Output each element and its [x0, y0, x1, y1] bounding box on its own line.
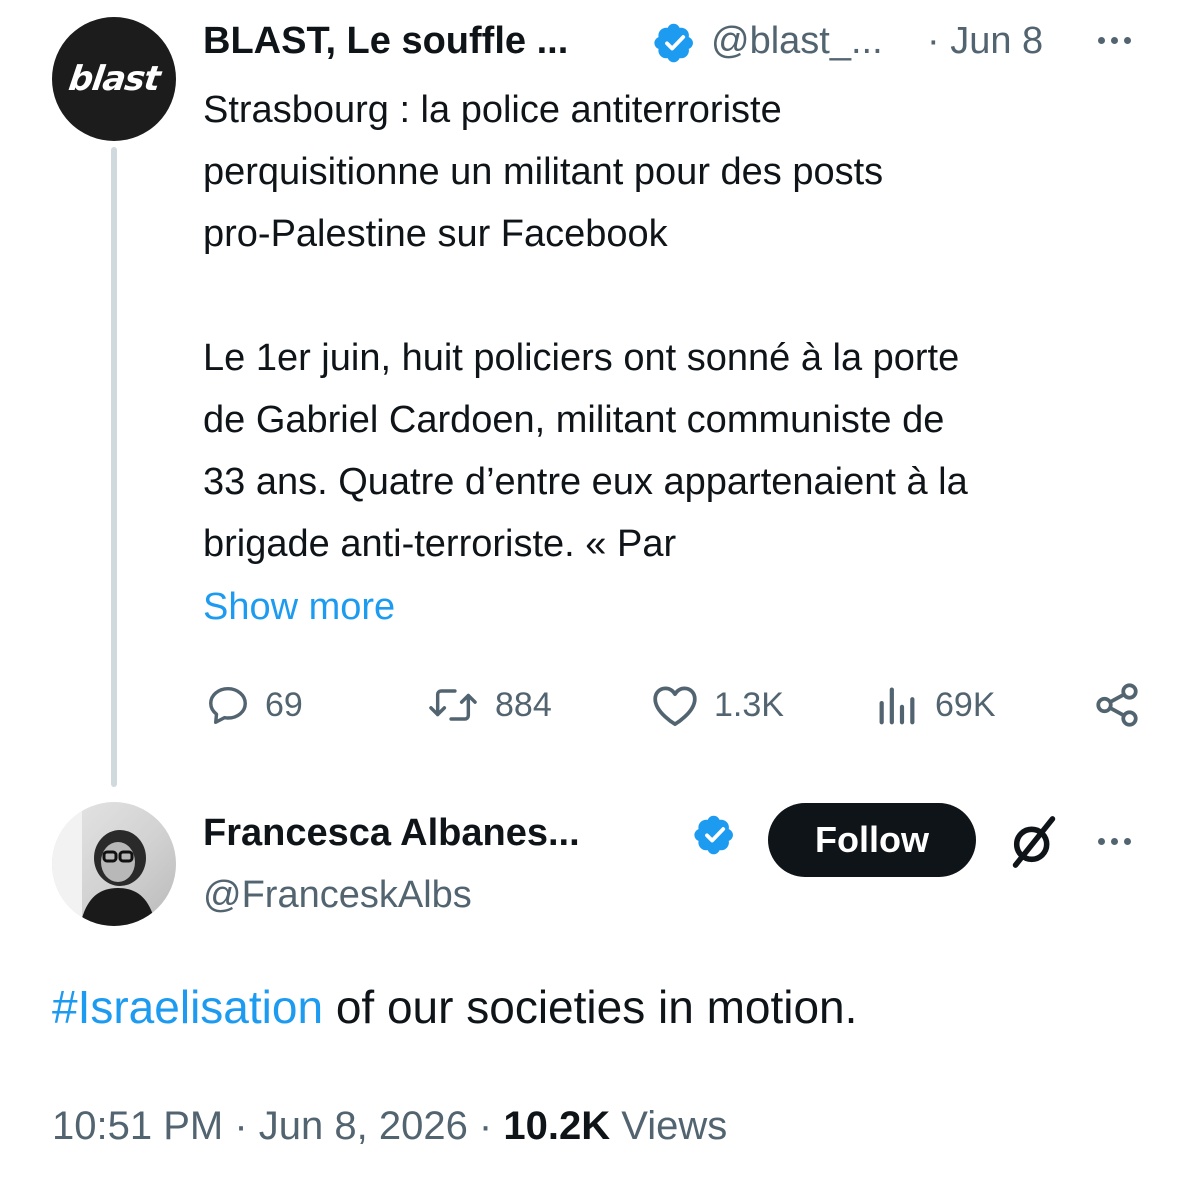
quote-author-handle[interactable]: @FranceskAlbs — [203, 872, 472, 918]
reply-icon — [209, 686, 247, 724]
author-name[interactable]: BLAST, Le souffle ... — [203, 18, 568, 64]
share-icon — [1096, 683, 1138, 727]
reply-button[interactable]: 69 — [205, 680, 303, 730]
tweet-meta: 10:51 PM · Jun 8, 2026 · 10.2K Views — [52, 1098, 727, 1154]
views-count: 69K — [935, 685, 996, 724]
tweet-text-rest: of our societies in motion. — [323, 981, 858, 1033]
title-line: perquisitionne un militant pour des post… — [203, 151, 884, 193]
avatar-blast[interactable]: blast — [52, 17, 176, 141]
profile-photo — [52, 802, 156, 926]
verified-badge-icon — [694, 815, 733, 855]
body-line: de Gabriel Cardoen, militant communiste … — [203, 399, 945, 441]
views-label: Views — [610, 1104, 728, 1148]
title-line: Strasbourg : la police antiterroriste — [203, 89, 782, 131]
grok-slash-icon[interactable] — [1006, 812, 1062, 872]
body-line: brigade anti-terroriste. « Par — [203, 523, 677, 565]
body-line: Le 1er juin, huit policiers ont sonné à … — [203, 337, 960, 379]
repost-button[interactable]: 884 — [425, 680, 552, 730]
show-more-link[interactable]: Show more — [203, 576, 395, 638]
avatar-francesca[interactable] — [52, 802, 176, 926]
title-line: pro-Palestine sur Facebook — [203, 213, 668, 255]
like-count: 1.3K — [714, 685, 784, 724]
body-line: 33 ans. Quatre d’entre eux appartenaient… — [203, 461, 968, 503]
repost-count: 884 — [495, 685, 552, 724]
quote-tweet-text: #Israelisation of our societies in motio… — [52, 975, 857, 1039]
tweet-date[interactable]: · Jun 8 — [927, 18, 1043, 64]
timestamp[interactable]: 10:51 PM · Jun 8, 2026 · — [52, 1104, 503, 1148]
follow-button[interactable]: Follow — [768, 803, 976, 877]
more-icon[interactable] — [1098, 37, 1131, 44]
repost-icon — [429, 689, 477, 721]
views-icon — [879, 687, 915, 725]
views-button[interactable]: 69K — [873, 680, 996, 730]
quote-author-name[interactable]: Francesca Albanes... — [203, 810, 580, 856]
avatar-logo-text: blast — [65, 59, 163, 99]
tweet-body: Strasbourg : la police antiterroriste pe… — [203, 79, 1163, 575]
like-button[interactable]: 1.3K — [650, 680, 784, 730]
more-icon[interactable] — [1098, 838, 1131, 845]
share-button[interactable] — [1092, 680, 1142, 730]
reply-count: 69 — [265, 685, 303, 724]
author-handle[interactable]: @blast_... — [711, 18, 883, 64]
verified-badge-icon — [654, 23, 693, 63]
views-total: 10.2K — [503, 1104, 611, 1148]
hashtag-link[interactable]: #Israelisation — [52, 981, 323, 1033]
like-icon — [653, 686, 697, 727]
thread-connector-line — [111, 147, 117, 787]
